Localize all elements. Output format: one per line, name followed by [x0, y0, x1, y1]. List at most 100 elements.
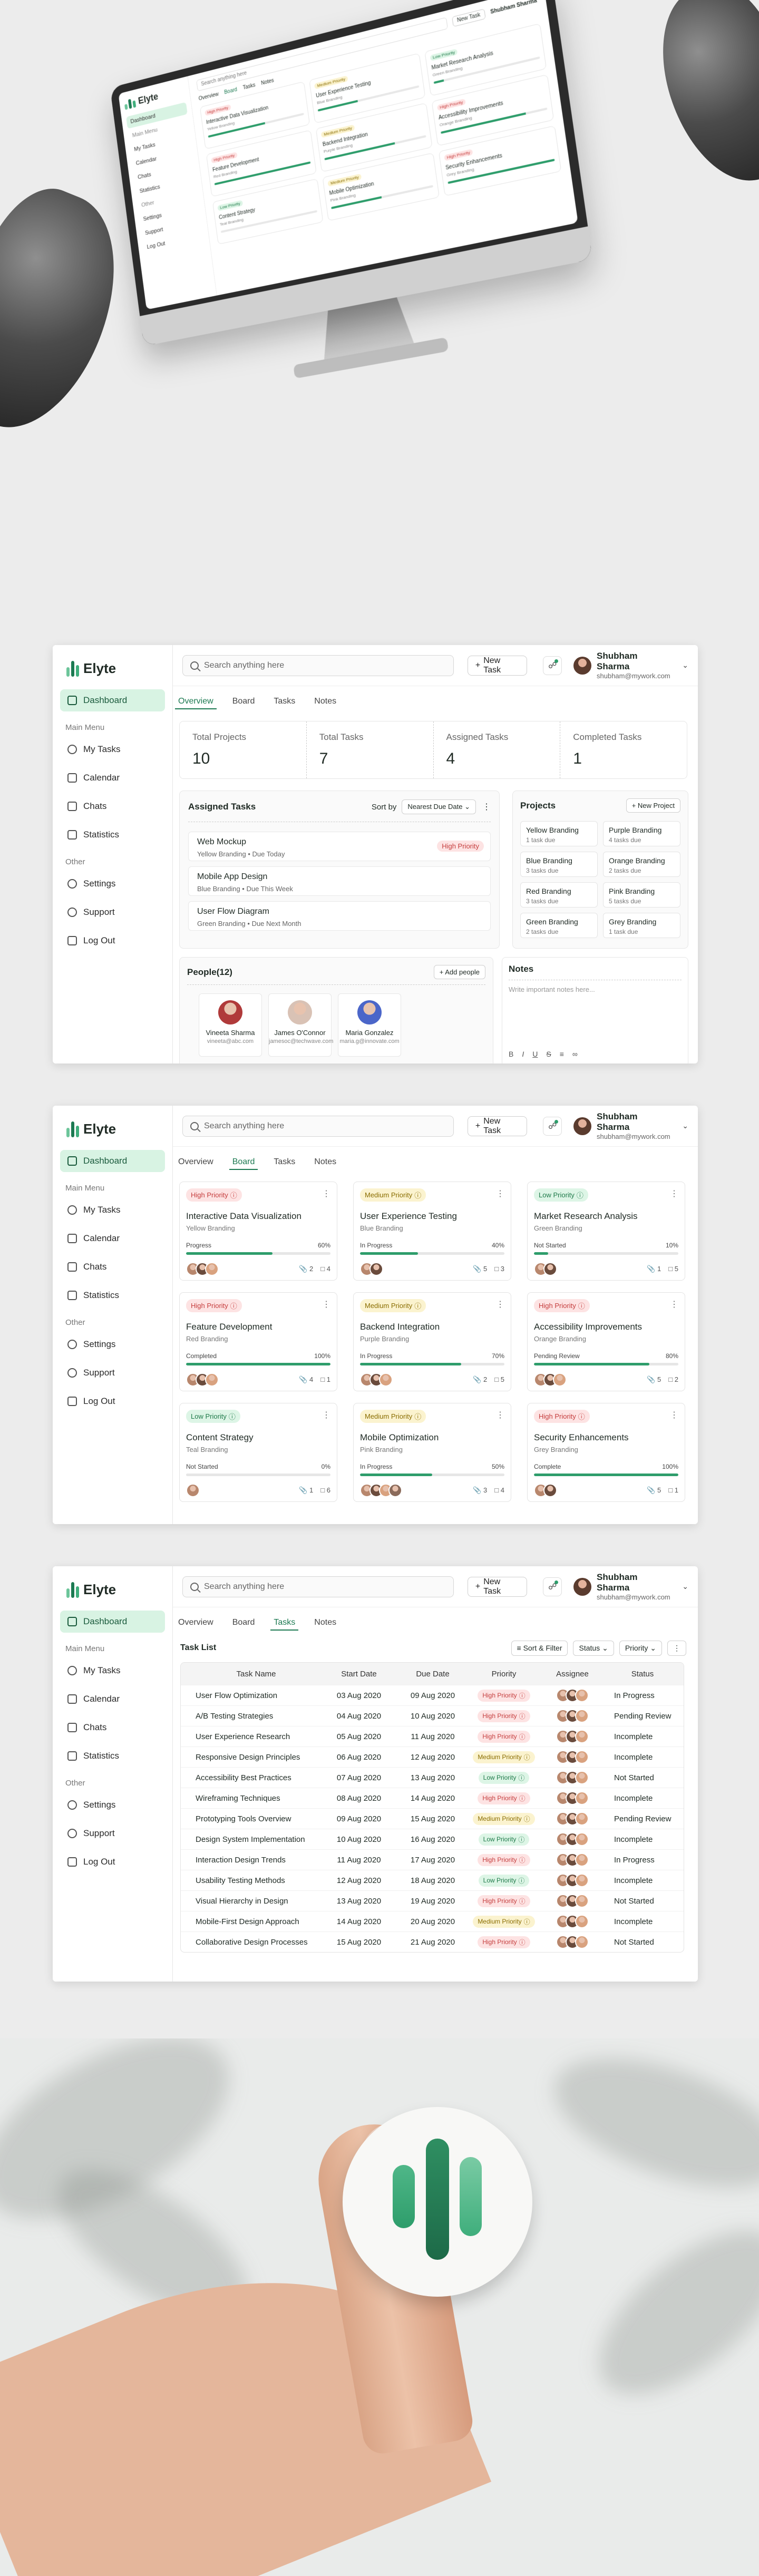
sidebar-item-chats[interactable]: Chats [60, 1256, 165, 1278]
sidebar-item-statistics[interactable]: Statistics [60, 824, 165, 846]
more-options-button[interactable]: ⋮ [667, 1640, 686, 1656]
list-icon[interactable]: ≡ [560, 1050, 564, 1058]
more-icon[interactable]: ⋮ [482, 802, 491, 812]
sidebar-item-my-tasks[interactable]: My Tasks [60, 1199, 165, 1221]
notes-input[interactable]: Write important notes here... [509, 985, 682, 993]
tab-board[interactable]: Board [229, 1155, 258, 1170]
logo[interactable]: Elyte [66, 1120, 165, 1137]
new-task-button[interactable]: + New Task [467, 655, 528, 676]
more-icon[interactable]: ⋮ [322, 1188, 330, 1199]
more-icon[interactable]: ⋮ [496, 1188, 504, 1199]
priority-dropdown[interactable]: Priority ⌄ [619, 1640, 662, 1656]
search-input[interactable]: Search anything here [182, 655, 454, 676]
project-card[interactable]: Grey Branding 1 task due [603, 913, 680, 938]
tab-tasks[interactable]: Tasks [270, 1616, 299, 1631]
table-row[interactable]: Accessibility Best Practices 07 Aug 2020… [181, 1767, 684, 1788]
sidebar-item-my-tasks[interactable]: My Tasks [60, 738, 165, 760]
task-card[interactable]: Low Priority ⓘ ⋮ Content Strategy Teal B… [179, 1403, 337, 1502]
attachment-count[interactable]: 📎 5 [647, 1375, 661, 1384]
more-icon[interactable]: ⋮ [670, 1188, 678, 1199]
tab-overview[interactable]: Overview [175, 1155, 217, 1170]
bold-icon[interactable]: B [509, 1050, 513, 1058]
comment-count[interactable]: □ 5 [668, 1265, 678, 1273]
attachment-count[interactable]: 📎 5 [647, 1486, 661, 1495]
link-icon[interactable]: ∞ [572, 1050, 578, 1058]
table-row[interactable]: User Experience Research 05 Aug 2020 11 … [181, 1726, 684, 1746]
col-task-name[interactable]: Task Name [196, 1670, 317, 1679]
underline-icon[interactable]: U [532, 1050, 538, 1058]
project-card[interactable]: Yellow Branding 1 task due [520, 821, 598, 846]
task-card[interactable]: Medium Priority ⓘ ⋮ User Experience Test… [353, 1182, 511, 1281]
user-menu[interactable]: Shubham Sharma shubham@mywork.com ⌄ [573, 1111, 688, 1140]
more-icon[interactable]: ⋮ [322, 1299, 330, 1310]
table-row[interactable]: Visual Hierarchy in Design 13 Aug 2020 1… [181, 1890, 684, 1911]
tab-overview[interactable]: Overview [175, 695, 217, 709]
comment-count[interactable]: □ 1 [320, 1375, 330, 1384]
comment-count[interactable]: □ 4 [494, 1486, 504, 1495]
sidebar-item-logout[interactable]: Log Out [60, 930, 165, 952]
italic-icon[interactable]: I [522, 1050, 524, 1058]
tab-tasks[interactable]: Tasks [270, 695, 298, 709]
notification-button[interactable]: ☍ [543, 1116, 562, 1136]
attachment-count[interactable]: 📎 3 [473, 1486, 487, 1495]
col-status[interactable]: Status [601, 1670, 684, 1679]
sidebar-item-dashboard[interactable]: Dashboard [60, 1150, 165, 1172]
tab-overview[interactable]: Overview [175, 1616, 217, 1631]
sort-select[interactable]: Nearest Due Date ⌄ [402, 799, 476, 814]
sidebar-item-chats[interactable]: Chats [60, 1716, 165, 1739]
comment-count[interactable]: □ 5 [494, 1375, 504, 1384]
notification-button[interactable]: ☍ [543, 656, 562, 675]
task-card[interactable]: Medium Priority ⓘ ⋮ Mobile Optimization … [353, 1403, 511, 1502]
sidebar-item-dashboard[interactable]: Dashboard [60, 689, 165, 711]
sort-filter-button[interactable]: ≡ Sort & Filter [511, 1640, 568, 1656]
sidebar-item-calendar[interactable]: Calendar [60, 767, 165, 789]
more-icon[interactable]: ⋮ [670, 1299, 678, 1310]
project-card[interactable]: Red Branding 3 tasks due [520, 882, 598, 908]
attachment-count[interactable]: 📎 4 [299, 1375, 313, 1384]
person-card[interactable]: Maria Gonzalez maria.g@innovate.com [338, 993, 401, 1057]
sidebar-item-calendar[interactable]: Calendar [60, 1688, 165, 1710]
table-row[interactable]: Design System Implementation 10 Aug 2020… [181, 1829, 684, 1849]
sidebar-item-dashboard[interactable]: Dashboard [60, 1611, 165, 1633]
more-icon[interactable]: ⋮ [670, 1410, 678, 1420]
task-card[interactable]: Medium Priority ⓘ ⋮ Backend Integration … [353, 1292, 511, 1391]
project-card[interactable]: Green Branding 2 tasks due [520, 913, 598, 938]
attachment-count[interactable]: 📎 5 [473, 1265, 487, 1273]
more-icon[interactable]: ⋮ [496, 1410, 504, 1420]
attachment-count[interactable]: 📎 1 [299, 1486, 313, 1495]
project-card[interactable]: Purple Branding 4 tasks due [603, 821, 680, 846]
table-row[interactable]: Interaction Design Trends 11 Aug 2020 17… [181, 1849, 684, 1870]
sidebar-item-support[interactable]: Support [60, 1822, 165, 1845]
person-card[interactable]: James O'Connor jamesoc@techwave.com [268, 993, 333, 1057]
table-row[interactable]: Prototyping Tools Overview 09 Aug 2020 1… [181, 1808, 684, 1829]
table-row[interactable]: Responsive Design Principles 06 Aug 2020… [181, 1746, 684, 1767]
table-row[interactable]: User Flow Optimization 03 Aug 2020 09 Au… [181, 1685, 684, 1705]
tab-notes[interactable]: Notes [311, 1155, 339, 1170]
task-card[interactable]: High Priority ⓘ ⋮ Security Enhancements … [527, 1403, 685, 1502]
more-icon[interactable]: ⋮ [496, 1299, 504, 1310]
task-card[interactable]: High Priority ⓘ ⋮ Interactive Data Visua… [179, 1182, 337, 1281]
sidebar-item-calendar[interactable]: Calendar [60, 1227, 165, 1250]
new-task-button[interactable]: + New Task [467, 1576, 528, 1597]
search-input[interactable]: Search anything here [182, 1576, 454, 1597]
table-row[interactable]: Collaborative Design Processes 15 Aug 20… [181, 1931, 684, 1952]
col-priority[interactable]: Priority [464, 1670, 543, 1679]
table-row[interactable]: Mobile-First Design Approach 14 Aug 2020… [181, 1911, 684, 1931]
sidebar-item-logout[interactable]: Log Out [60, 1851, 165, 1873]
task-item[interactable]: User Flow Diagram Green Branding • Due N… [188, 901, 491, 931]
comment-count[interactable]: □ 4 [320, 1265, 330, 1273]
sidebar-item-settings[interactable]: Settings [60, 873, 165, 895]
task-card[interactable]: Low Priority ⓘ ⋮ Market Research Analysi… [527, 1182, 685, 1281]
more-icon[interactable]: ⋮ [322, 1410, 330, 1420]
task-card[interactable]: High Priority ⓘ ⋮ Accessibility Improvem… [527, 1292, 685, 1391]
search-input[interactable]: Search anything here [182, 1115, 454, 1137]
attachment-count[interactable]: 📎 1 [647, 1265, 661, 1273]
sidebar-item-chats[interactable]: Chats [60, 795, 165, 817]
table-row[interactable]: Wireframing Techniques 08 Aug 2020 14 Au… [181, 1788, 684, 1808]
new-task-button[interactable]: + New Task [467, 1116, 528, 1136]
notification-button[interactable]: ☍ [543, 1577, 562, 1596]
sidebar-item-logout[interactable]: Log Out [60, 1390, 165, 1412]
task-item[interactable]: Mobile App Design Blue Branding • Due Th… [188, 866, 491, 896]
sidebar-item-statistics[interactable]: Statistics [60, 1284, 165, 1306]
col-due-date[interactable]: Due Date [401, 1670, 464, 1679]
